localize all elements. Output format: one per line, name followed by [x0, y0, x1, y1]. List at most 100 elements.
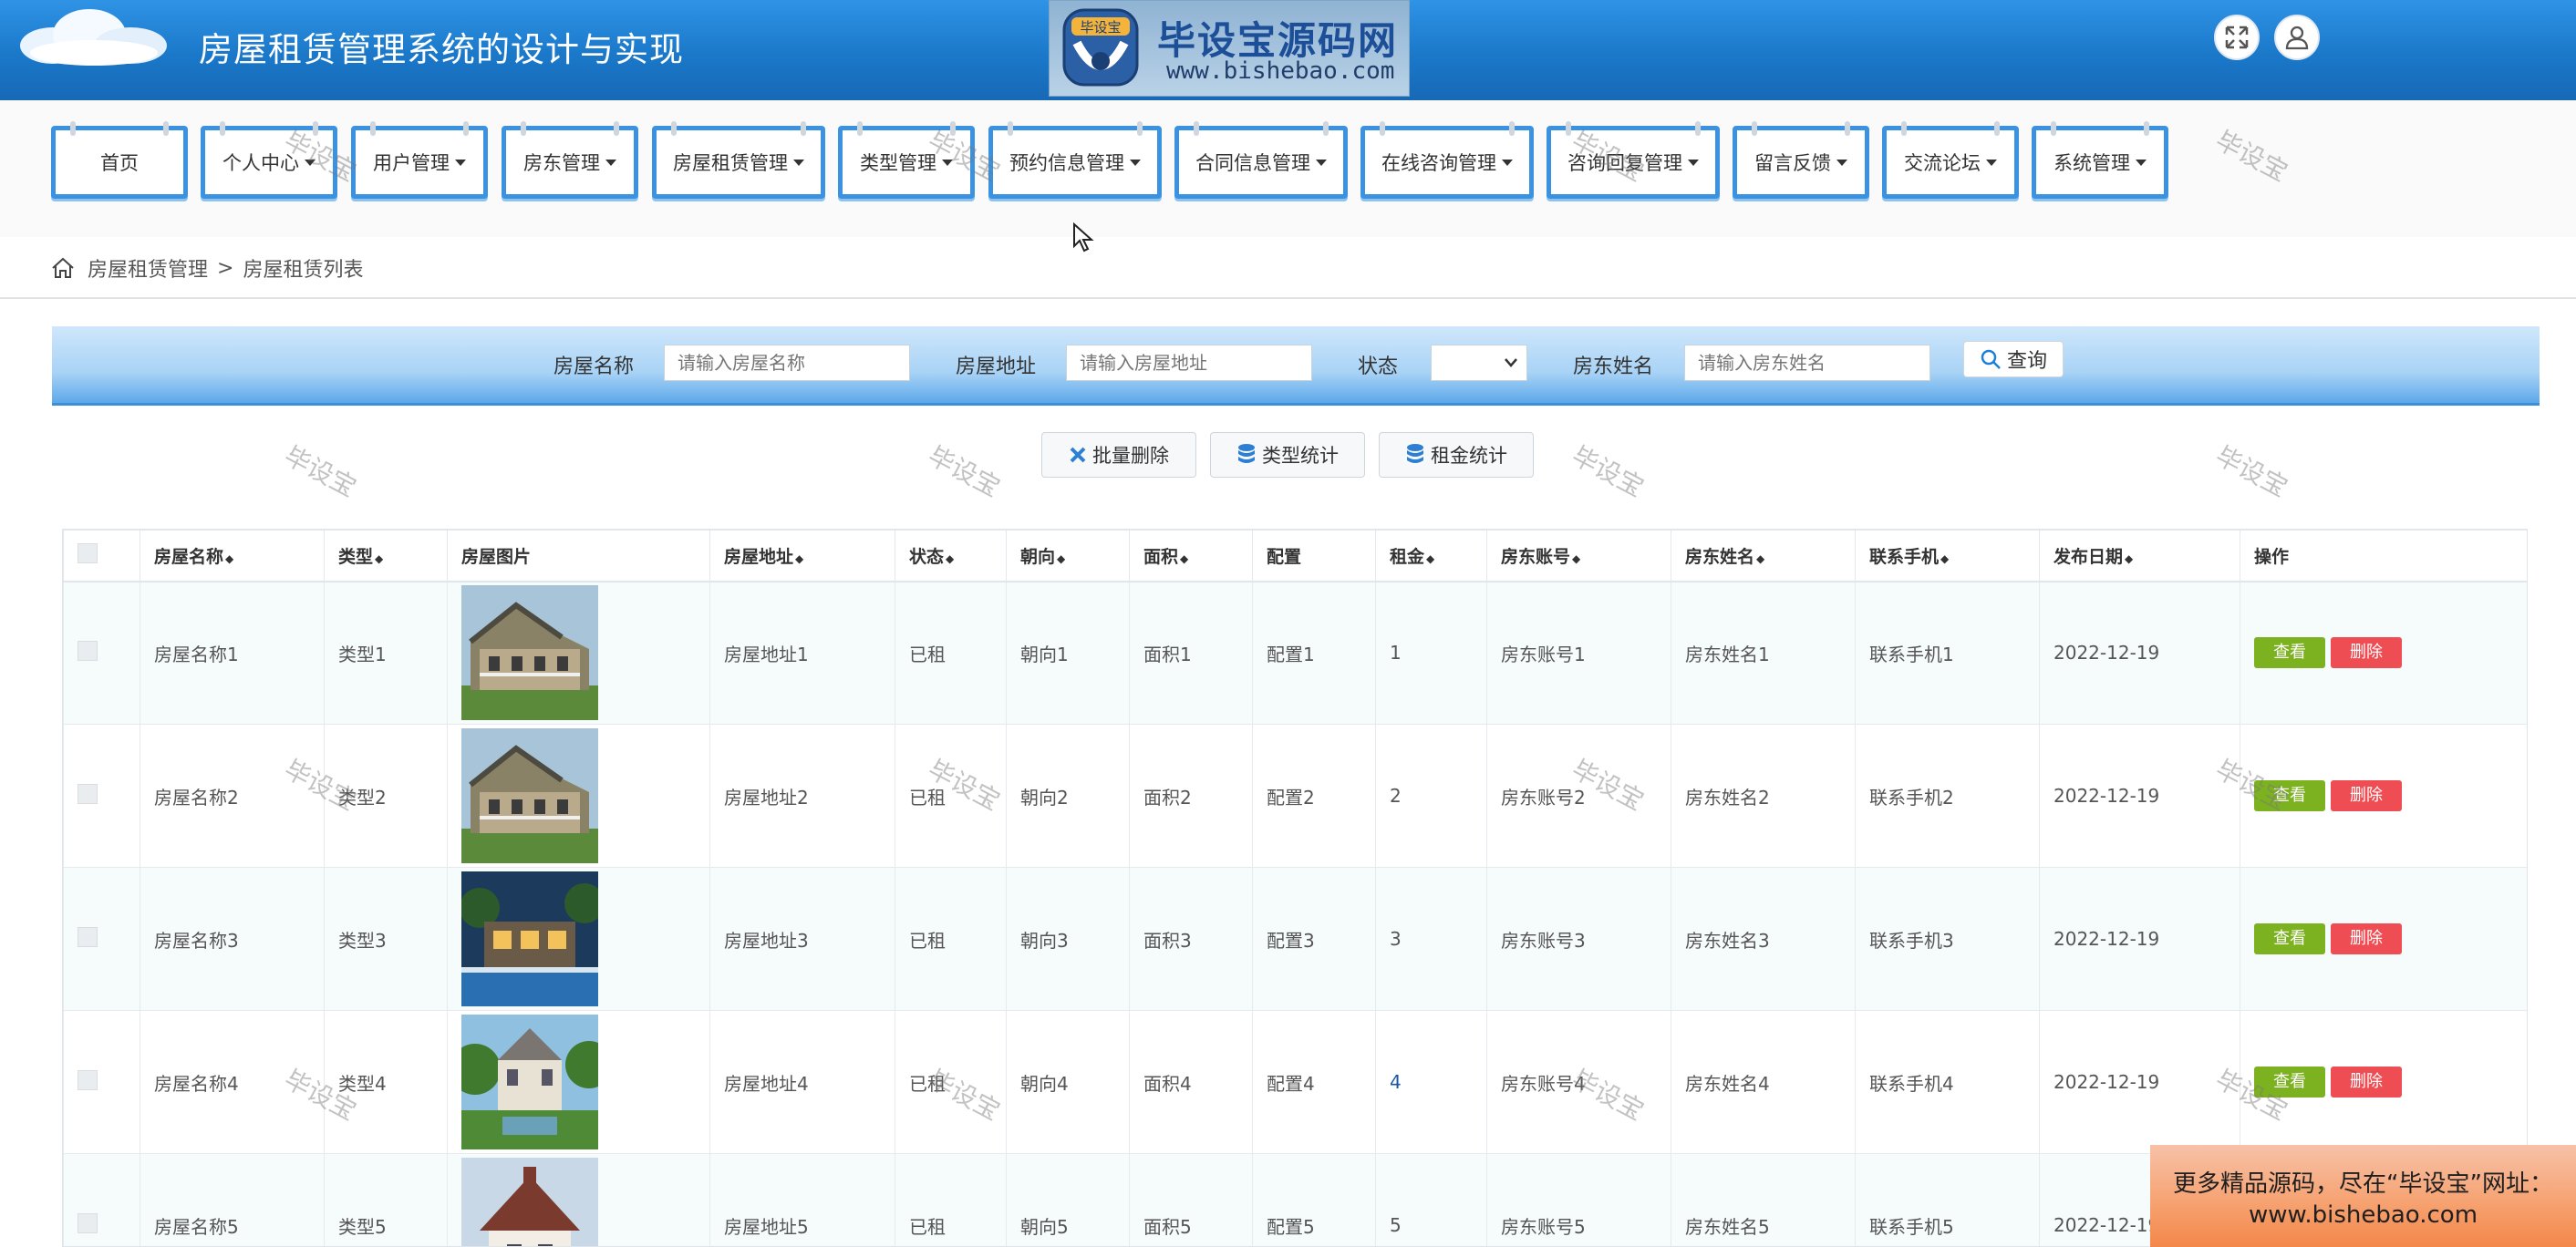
col-phone[interactable]: 联系手机 ◆: [1855, 530, 2040, 582]
house-name-input[interactable]: [664, 345, 910, 381]
landlord-name-input[interactable]: [1684, 345, 1930, 381]
mouse-cursor-icon: [1073, 222, 1094, 252]
delete-button[interactable]: 删除: [2331, 637, 2402, 669]
cell-config: 配置5: [1252, 1153, 1376, 1246]
col-landlord-account[interactable]: 房东账号 ◆: [1486, 530, 1671, 582]
nav-item-reply-management[interactable]: 咨询回复管理: [1547, 121, 1720, 199]
home-icon[interactable]: [51, 257, 75, 279]
delete-button[interactable]: 删除: [2331, 923, 2402, 954]
cell-phone: 联系手机4: [1855, 1010, 2040, 1154]
fullscreen-button[interactable]: [2214, 15, 2260, 60]
cell-date: 2022-12-19: [2039, 724, 2240, 868]
view-button[interactable]: 查看: [2254, 923, 2325, 954]
expand-icon: [2225, 26, 2249, 49]
col-date[interactable]: 发布日期 ◆: [2039, 530, 2240, 582]
cell-landlord-name: 房东姓名4: [1671, 1010, 1856, 1154]
sort-icon: ◆: [375, 551, 384, 565]
cell-ops: 查看删除: [2240, 867, 2527, 1011]
landlord-name-label: 房东姓名: [1573, 356, 1654, 378]
select-all-checkbox[interactable]: [78, 542, 98, 563]
table-header-row: 房屋名称 ◆ 类型 ◆ 房屋图片 房屋地址 ◆ 状态 ◆ 朝向 ◆ 面积 ◆ 配置 租金 ◆ …: [63, 530, 2527, 582]
row-checkbox[interactable]: [78, 1069, 98, 1090]
cell-config: 配置1: [1252, 581, 1376, 725]
nav-item-forum[interactable]: 交流论坛: [1882, 121, 2019, 199]
caret-down-icon: [305, 159, 316, 166]
row-checkbox[interactable]: [78, 926, 98, 947]
rent-stats-button[interactable]: 租金统计: [1379, 432, 1534, 478]
nav-item-type-management[interactable]: 类型管理: [838, 121, 975, 199]
delete-button[interactable]: 删除: [2331, 780, 2402, 811]
breadcrumb-separator: >: [217, 256, 234, 280]
house-address-input[interactable]: [1066, 345, 1312, 381]
cell-rent: 5: [1375, 1153, 1487, 1246]
house-photo-image[interactable]: [461, 1158, 598, 1247]
header-label: 房屋地址: [724, 546, 794, 567]
cell-landlord-name: 房东姓名1: [1671, 581, 1856, 725]
cell-type: 类型1: [324, 581, 448, 725]
cell-config: 配置4: [1252, 1010, 1376, 1154]
nav-item-rental-management[interactable]: 房屋租赁管理: [652, 121, 825, 199]
nav-item-user-management[interactable]: 用户管理: [351, 121, 488, 199]
cell-name: 房屋名称5: [140, 1153, 325, 1246]
breadcrumb-section[interactable]: 房屋租赁管理: [88, 253, 208, 283]
view-button[interactable]: 查看: [2254, 637, 2325, 669]
cell-rent: 4: [1375, 1010, 1487, 1154]
nav-item-home[interactable]: 首页: [51, 121, 188, 199]
col-landlord-name[interactable]: 房东姓名 ◆: [1671, 530, 1856, 582]
row-checkbox[interactable]: [78, 1212, 98, 1233]
cell-name: 房屋名称2: [140, 724, 325, 868]
col-status[interactable]: 状态 ◆: [895, 530, 1007, 582]
watermark: 毕设宝: [2210, 440, 2293, 503]
nav-item-system-management[interactable]: 系统管理: [2032, 121, 2168, 199]
col-address[interactable]: 房屋地址 ◆: [709, 530, 895, 582]
type-stats-button[interactable]: 类型统计: [1210, 432, 1365, 478]
nav-item-consultation-management[interactable]: 在线咨询管理: [1360, 121, 1534, 199]
row-select-cell: [63, 1153, 140, 1246]
promo-banner[interactable]: 更多精品源码，尽在“毕设宝”网址： www.bishebao.com: [2150, 1145, 2576, 1247]
view-button[interactable]: 查看: [2254, 780, 2325, 811]
cell-ops: 查看删除: [2240, 581, 2527, 725]
sort-icon: ◆: [1940, 551, 1950, 565]
cell-address: 房屋地址4: [709, 1010, 895, 1154]
select-all-cell: [63, 530, 140, 582]
col-name[interactable]: 房屋名称 ◆: [140, 530, 325, 582]
user-profile-button[interactable]: [2274, 15, 2320, 60]
house-photo-image[interactable]: [461, 728, 598, 863]
col-area[interactable]: 面积 ◆: [1129, 530, 1253, 582]
nav-label: 预约信息管理: [1009, 152, 1124, 174]
house-photo-image[interactable]: [461, 585, 598, 721]
caret-down-icon: [1316, 159, 1327, 166]
cell-phone: 联系手机5: [1855, 1153, 2040, 1246]
house-photo-image[interactable]: [461, 1015, 598, 1149]
nav-item-personal-center[interactable]: 个人中心: [201, 121, 337, 199]
status-select[interactable]: [1431, 345, 1527, 381]
col-rent[interactable]: 租金 ◆: [1375, 530, 1487, 582]
cell-date: 2022-12-19: [2039, 867, 2240, 1011]
query-button-label: 查询: [2006, 350, 2047, 373]
col-type[interactable]: 类型 ◆: [324, 530, 448, 582]
cell-orientation: 朝向3: [1006, 867, 1130, 1011]
caret-down-icon: [1688, 159, 1699, 166]
promo-line-1: 更多精品源码，尽在“毕设宝”网址：: [2173, 1170, 2553, 1198]
nav-label: 在线咨询管理: [1381, 152, 1496, 174]
cell-landlord-account: 房东账号4: [1486, 1010, 1671, 1154]
nav-item-reservation-management[interactable]: 预约信息管理: [988, 121, 1162, 199]
cell-date: 2022-12-19: [2039, 581, 2240, 725]
row-checkbox[interactable]: [78, 640, 98, 661]
view-button[interactable]: 查看: [2254, 1067, 2325, 1098]
batch-delete-button[interactable]: 批量删除: [1041, 432, 1196, 478]
sort-icon: ◆: [1572, 551, 1581, 565]
caret-down-icon: [793, 159, 804, 166]
row-checkbox[interactable]: [78, 783, 98, 804]
delete-button[interactable]: 删除: [2331, 1067, 2402, 1098]
main-nav: 首页 个人中心 用户管理 房东管理 房屋租赁管理 类型管理 预约信息管理 合同信…: [0, 100, 2576, 237]
nav-label: 用户管理: [373, 152, 450, 174]
nav-item-landlord-management[interactable]: 房东管理: [502, 121, 638, 199]
nav-item-feedback[interactable]: 留言反馈: [1733, 121, 1869, 199]
nav-label: 交流论坛: [1904, 152, 1981, 174]
query-button[interactable]: 查询: [1963, 341, 2064, 377]
house-photo-image[interactable]: [461, 871, 598, 1006]
col-orientation[interactable]: 朝向 ◆: [1006, 530, 1130, 582]
table-row: 房屋名称1 类型1 房屋地址1 已租 朝向1 面积1 配置1 1 房东账号1 房…: [63, 581, 2527, 725]
nav-item-contract-management[interactable]: 合同信息管理: [1174, 121, 1348, 199]
